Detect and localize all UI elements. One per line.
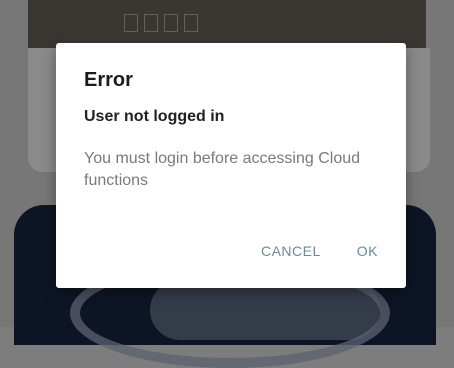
cancel-button[interactable]: CANCEL	[261, 243, 321, 259]
dialog-subtitle: User not logged in	[84, 108, 225, 125]
banner-icon	[124, 14, 138, 32]
banner-icon	[184, 14, 198, 32]
banner-icon	[144, 14, 158, 32]
error-dialog: Error User not logged in You must login …	[56, 43, 406, 288]
header-banner	[28, 0, 426, 48]
banner-icon	[164, 14, 178, 32]
dialog-actions: CANCEL OK	[261, 243, 378, 259]
dialog-title: Error	[84, 69, 133, 91]
banner-icon-row	[124, 14, 198, 32]
dialog-message: You must login before accessing Cloud fu…	[84, 150, 361, 189]
ok-button[interactable]: OK	[357, 243, 378, 259]
